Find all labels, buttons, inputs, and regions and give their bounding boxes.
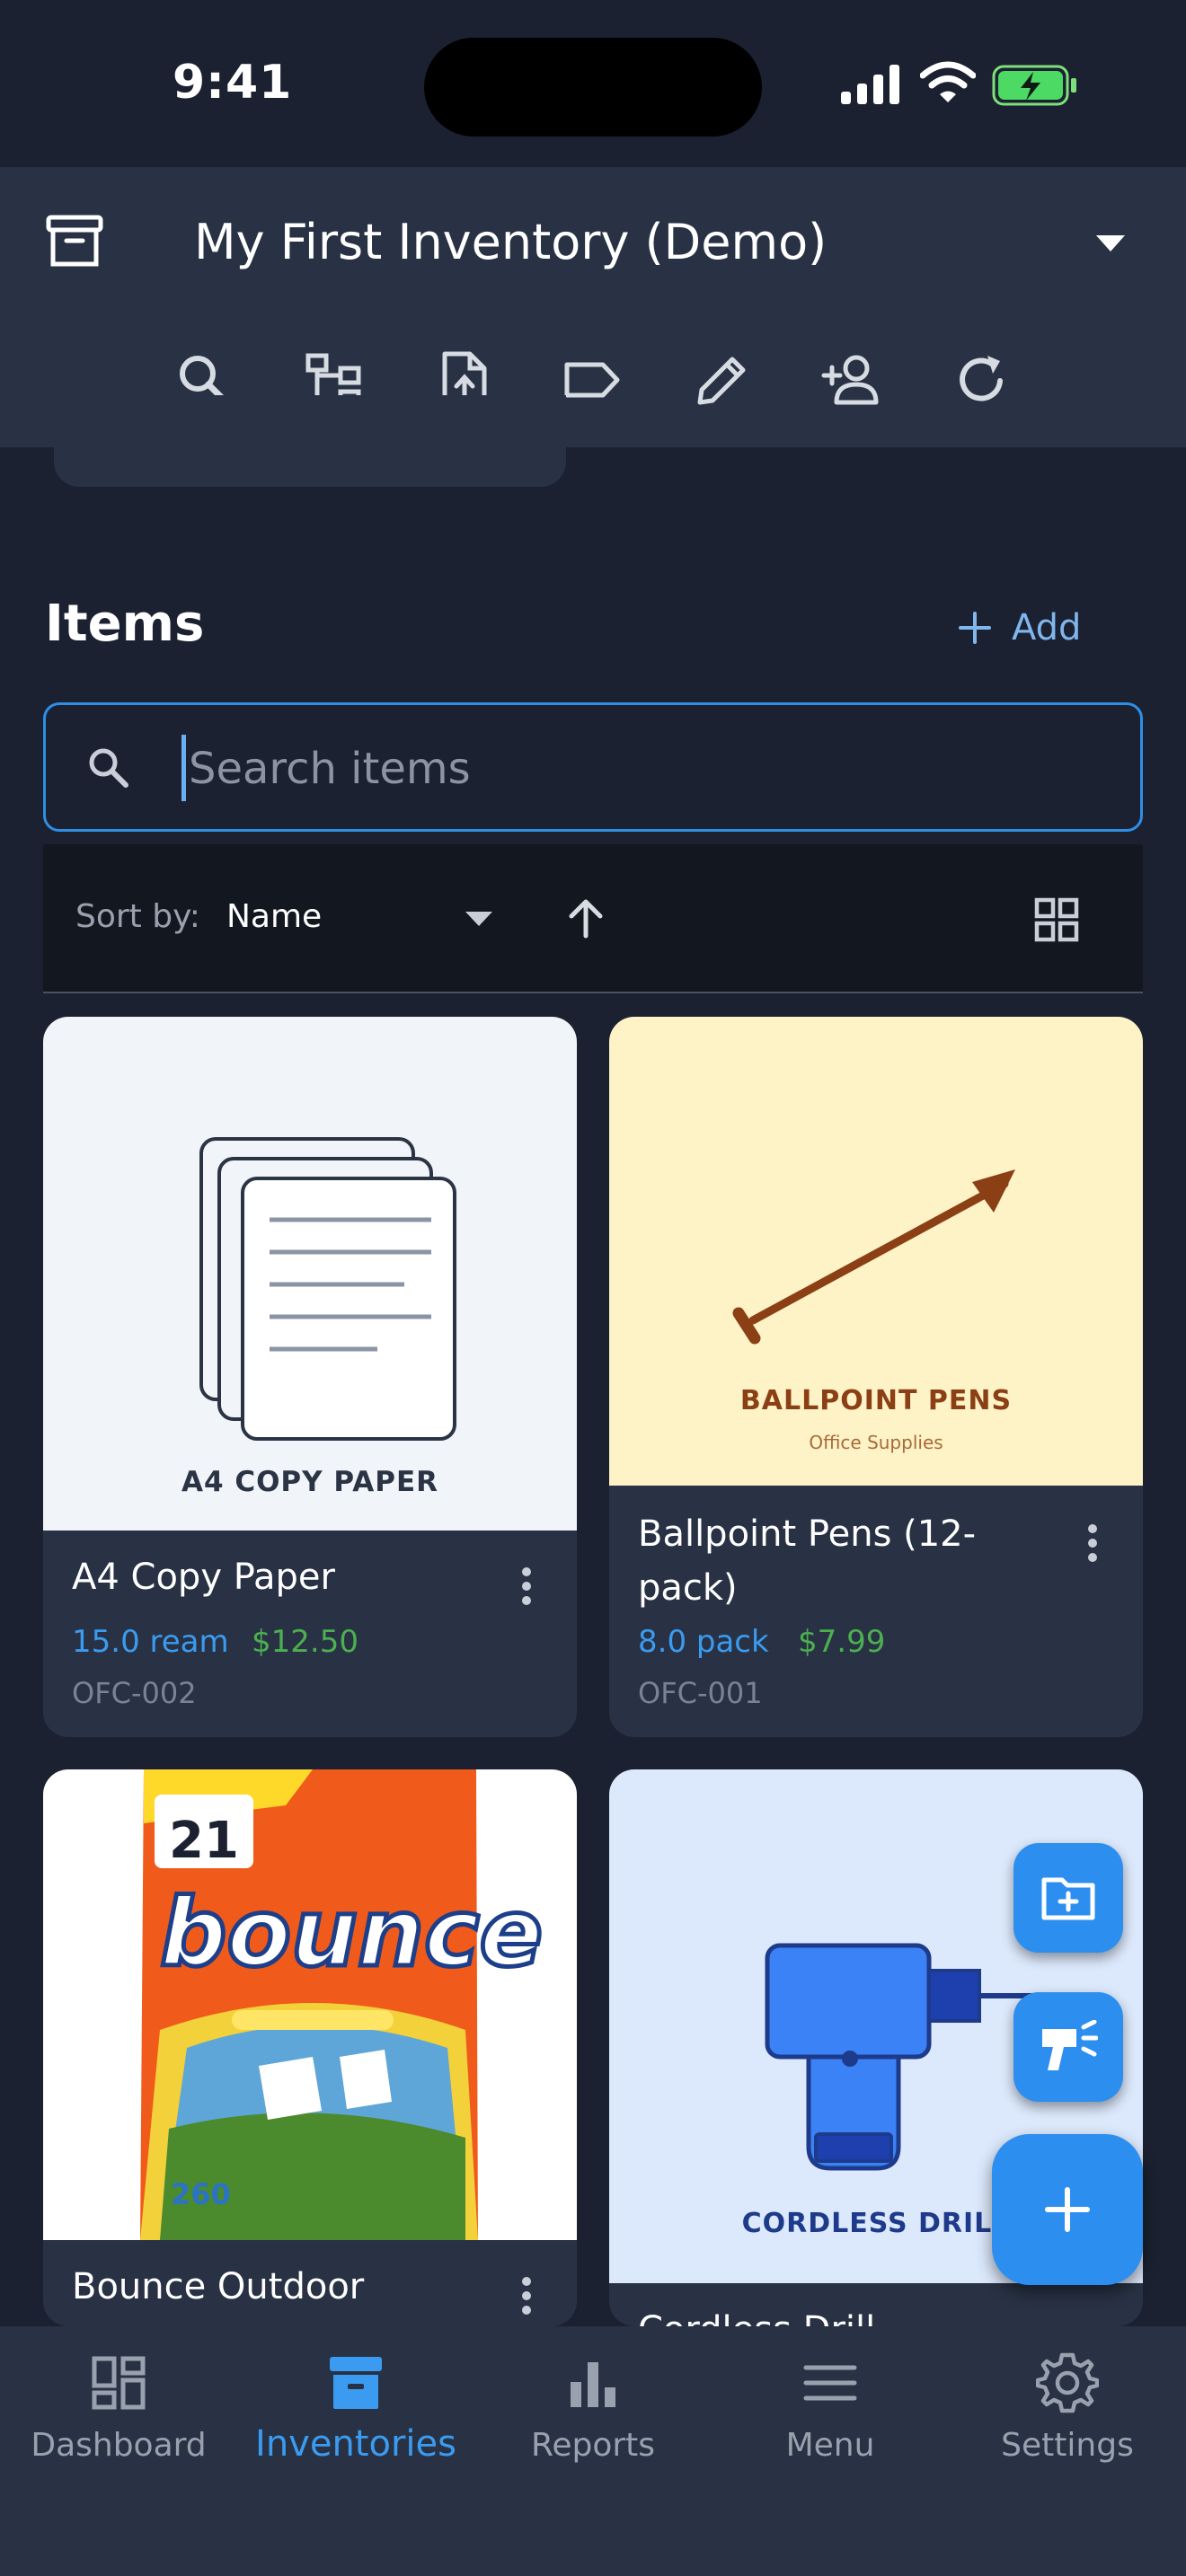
item-image	[43, 1017, 577, 1531]
item-card[interactable]: 21 bounce 260 Bounce Outdoor	[43, 1769, 577, 2326]
add-item-button[interactable]: Add	[958, 596, 1081, 659]
image-caption: BALLPOINT PENS	[739, 1385, 1013, 1416]
more-options-icon[interactable]	[521, 2276, 532, 2316]
item-price: $12.50	[252, 1624, 358, 1660]
image-count: 260	[171, 2177, 231, 2211]
new-folder-icon	[1041, 1877, 1095, 1920]
bar-chart-icon	[571, 2362, 615, 2407]
nav-dashboard[interactable]: Dashboard	[0, 2346, 237, 2472]
more-options-icon[interactable]	[521, 1566, 532, 1606]
item-sku: OFC-001	[638, 1676, 763, 1710]
image-badge: 21	[169, 1812, 239, 1870]
arrow-up-icon[interactable]	[562, 895, 609, 941]
nav-settings[interactable]: Settings	[949, 2346, 1186, 2472]
dashboard-icon	[92, 2356, 146, 2410]
image-subcaption: Office Supplies	[809, 1432, 943, 1453]
sort-label: Sort by:	[75, 898, 200, 935]
add-person-icon[interactable]	[820, 348, 883, 411]
pencil-icon[interactable]	[691, 348, 754, 411]
chevron-down-icon[interactable]	[464, 909, 494, 929]
nav-label: Menu	[785, 2427, 875, 2464]
item-price: $7.99	[798, 1624, 886, 1660]
items-title: Items	[45, 595, 205, 653]
plus-icon	[1045, 2187, 1090, 2232]
dynamic-island	[424, 38, 762, 137]
item-name-line1: Ballpoint Pens (12-	[638, 1513, 977, 1555]
nav-inventories[interactable]: Inventories	[237, 2346, 474, 2472]
gear-icon	[1036, 2352, 1099, 2413]
more-options-icon[interactable]	[1087, 1523, 1098, 1563]
tag-icon[interactable]	[562, 348, 624, 411]
item-name: A4 Copy Paper	[72, 1557, 335, 1598]
nav-label: Dashboard	[31, 2427, 207, 2464]
image-caption: A4 COPY PAPER	[181, 1466, 439, 1498]
item-quantity: 8.0 pack	[638, 1624, 769, 1660]
status-time: 9:41	[173, 56, 293, 110]
item-sku: OFC-002	[72, 1676, 197, 1710]
search-input[interactable]	[189, 735, 1087, 803]
item-name: Cordless Drill	[638, 2303, 875, 2326]
nav-label: Inventories	[255, 2423, 456, 2465]
item-name-line2: pack)	[638, 1567, 738, 1609]
scan-button[interactable]	[1013, 1992, 1123, 2102]
item-image: 21 bounce 260	[43, 1769, 577, 2240]
refresh-icon[interactable]	[950, 348, 1013, 411]
summary-card-peek	[54, 395, 566, 487]
add-fab[interactable]	[992, 2134, 1143, 2285]
archive-icon	[330, 2357, 382, 2409]
battery-charging-icon	[992, 65, 1076, 106]
nav-menu[interactable]: Menu	[712, 2346, 949, 2472]
item-name: Bounce Outdoor	[72, 2266, 365, 2307]
sort-dropdown[interactable]: Name	[226, 898, 322, 935]
inventory-selector[interactable]: My First Inventory (Demo)	[194, 212, 827, 273]
grid-view-icon[interactable]	[1031, 895, 1082, 945]
add-item-label: Add	[1012, 607, 1082, 648]
search-icon	[89, 748, 128, 788]
new-folder-button[interactable]	[1013, 1843, 1123, 1953]
item-card[interactable]: A4 COPY PAPER A4 Copy Paper 15.0 ream $1…	[43, 1017, 577, 1737]
image-brand: bounce	[160, 1878, 543, 1988]
archive-icon[interactable]	[45, 212, 104, 271]
menu-icon	[803, 2365, 857, 2401]
wifi-icon	[920, 61, 976, 102]
cellular-signal-icon	[841, 65, 899, 104]
nav-reports[interactable]: Reports	[474, 2346, 712, 2472]
item-card[interactable]: BALLPOINT PENS Office Supplies Ballpoint…	[609, 1017, 1143, 1737]
nav-label: Reports	[530, 2427, 656, 2464]
barcode-scanner-icon	[1042, 2020, 1098, 2070]
plus-icon	[959, 612, 991, 644]
nav-label: Settings	[1001, 2427, 1134, 2464]
text-caret	[181, 735, 186, 801]
item-quantity: 15.0 ream	[72, 1624, 229, 1660]
chevron-down-icon[interactable]	[1093, 230, 1128, 257]
